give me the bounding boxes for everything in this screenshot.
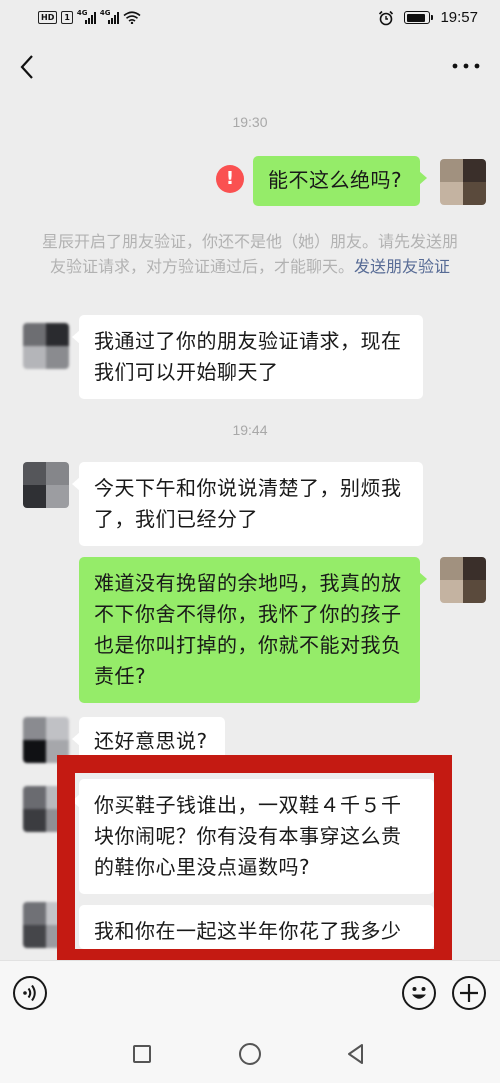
alarm-icon <box>379 10 394 25</box>
system-message: 星辰开启了朋友验证，你还不是他（她）朋友。请先发送朋友验证请求，对方验证通过后，… <box>38 229 462 279</box>
send-failed-icon[interactable]: ! <box>216 165 244 193</box>
contact-avatar[interactable] <box>23 902 69 948</box>
message-line: 你买鞋子钱谁出，一双鞋４千５千 <box>94 793 402 817</box>
more-dots-icon[interactable] <box>450 56 482 76</box>
battery-level <box>406 13 425 22</box>
triangle-back-icon[interactable] <box>345 1043 367 1065</box>
contact-avatar[interactable] <box>23 717 69 763</box>
contact-avatar[interactable] <box>23 786 69 832</box>
my-avatar[interactable] <box>440 557 486 603</box>
timestamp: 19:30 <box>232 114 268 130</box>
message-bubble-incoming[interactable]: 今天下午和你说说清楚了，别烦我 了，我们已经分了 <box>72 462 423 546</box>
system-nav-bar <box>0 1022 500 1083</box>
voice-icon[interactable] <box>13 976 47 1010</box>
message-line: 了，我们已经分了 <box>94 507 258 531</box>
circle-icon[interactable] <box>239 1043 261 1065</box>
status-right: 19:57 <box>378 9 478 26</box>
network-label: 4G <box>76 8 88 17</box>
message-line: 我和你在一起这半年你花了我多少 <box>94 919 402 943</box>
message-line: 也是你叫打掉的，你就不能对我负 <box>94 633 402 657</box>
message-line: 今天下午和你说说清楚了，别烦我 <box>94 476 402 500</box>
contact-avatar[interactable] <box>23 323 69 369</box>
message-bubble-incoming[interactable]: 我通过了你的朋友验证请求，现在 我们可以开始聊天了 <box>72 315 423 399</box>
wifi-icon <box>123 11 141 24</box>
message-text: 能不这么绝吗? <box>268 168 403 192</box>
message-bubble-outgoing[interactable]: 难道没有挽留的余地吗，我真的放 不下你舍不得你，我怀了你的孩子 也是你叫打掉的，… <box>79 557 427 703</box>
signal-icon: 4G <box>99 8 119 24</box>
input-bar <box>0 960 500 1022</box>
my-avatar[interactable] <box>440 159 486 205</box>
chevron-left-icon[interactable] <box>14 52 44 82</box>
message-bubble-outgoing[interactable]: 能不这么绝吗? <box>253 156 427 206</box>
emoji-icon[interactable] <box>402 976 436 1010</box>
chat-header <box>0 38 500 98</box>
send-friend-request-link[interactable]: 发送朋友验证 <box>354 257 450 276</box>
message-text: 还好意思说? <box>94 729 208 753</box>
status-bar: HD 1 4G 4G 19:57 <box>0 0 500 38</box>
plus-icon[interactable] <box>452 976 486 1010</box>
message-line: 块你闹呢？你有没有本事穿这么贵 <box>94 824 402 848</box>
message-line: 我们可以开始聊天了 <box>94 360 279 384</box>
message-line: 难道没有挽留的余地吗，我真的放 <box>94 571 402 595</box>
contact-avatar[interactable] <box>23 462 69 508</box>
message-line: 我通过了你的朋友验证请求，现在 <box>94 329 402 353</box>
sim-badge: 1 <box>61 11 73 24</box>
message-bubble-incoming[interactable]: 你买鞋子钱谁出，一双鞋４千５千 块你闹呢？你有没有本事穿这么贵 的鞋你心里没点逼… <box>72 779 434 894</box>
message-bubble-incoming[interactable]: 我和你在一起这半年你花了我多少 <box>79 905 434 949</box>
signal-icon: 4G <box>76 8 96 24</box>
network-label: 4G <box>99 8 111 17</box>
status-left: HD 1 4G 4G <box>38 8 141 24</box>
message-bubble-incoming[interactable]: 还好意思说? <box>72 717 225 766</box>
timestamp: 19:44 <box>232 422 268 438</box>
battery-icon <box>404 11 434 24</box>
message-line: 不下你舍不得你，我怀了你的孩子 <box>94 602 402 626</box>
hd-badge: HD <box>38 11 58 24</box>
message-line: 责任? <box>94 664 147 688</box>
square-icon[interactable] <box>133 1045 151 1063</box>
message-line: 的鞋你心里没点逼数吗? <box>94 855 311 879</box>
clock: 19:57 <box>440 9 478 26</box>
